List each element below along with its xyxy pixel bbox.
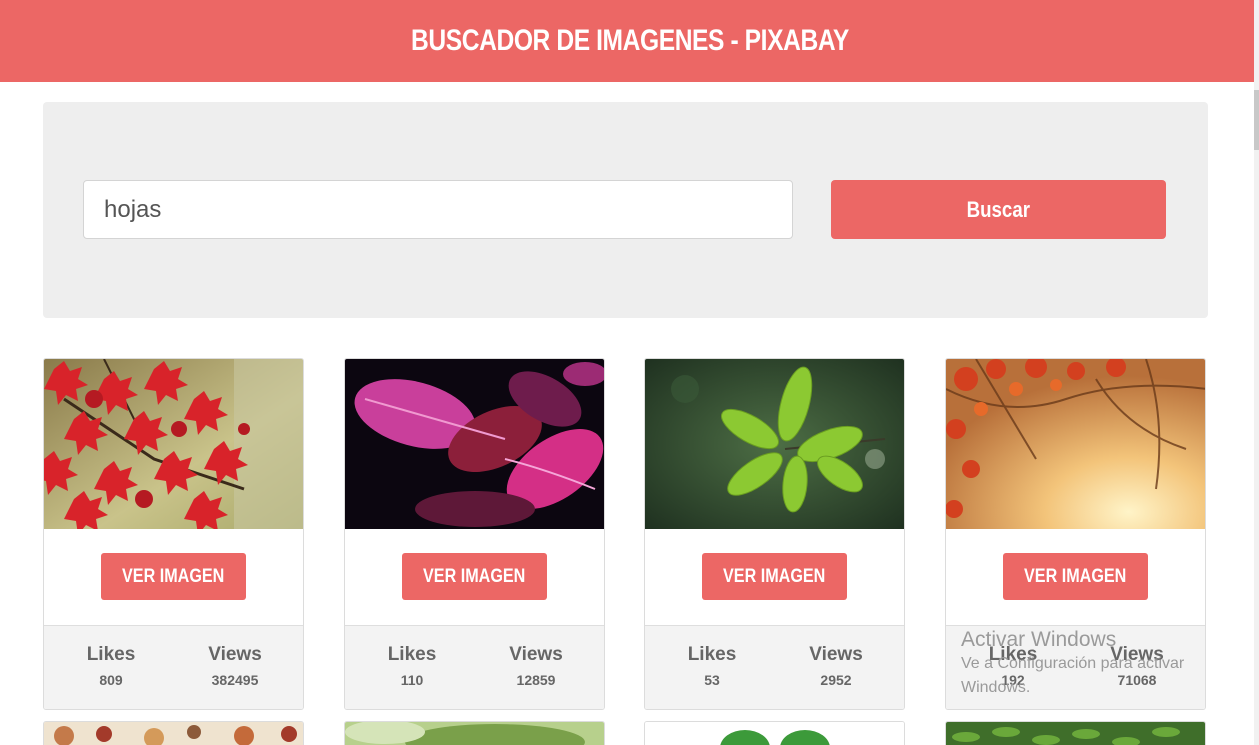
image-thumbnail[interactable] (945, 721, 1206, 745)
app-header: BUSCADOR DE IMAGENES - PIXABAY (0, 0, 1259, 82)
view-image-button[interactable]: VER IMAGEN (402, 553, 547, 600)
search-panel: Buscar (43, 102, 1208, 318)
likes-label: Likes (86, 644, 136, 665)
view-image-button[interactable]: VER IMAGEN (101, 553, 246, 600)
page-title: BUSCADOR DE IMAGENES - PIXABAY (410, 24, 849, 57)
views-label: Views (208, 644, 262, 665)
likes-count: 809 (99, 672, 123, 688)
likes-label: Likes (387, 644, 437, 665)
search-button-label: Buscar (966, 196, 1031, 222)
views-label: Views (809, 644, 863, 665)
views-count: 2952 (820, 672, 852, 688)
image-card: VER IMAGEN Likes 110 Views 12859 (344, 358, 605, 710)
watermark-subtitle: Ve a Configuración para activar Windows. (961, 655, 1185, 696)
image-card: VER IMAGEN Likes 809 Views 382495 (43, 358, 304, 710)
page-scrollbar[interactable] (1254, 0, 1259, 745)
image-thumbnail[interactable] (344, 721, 605, 745)
image-thumbnail[interactable] (44, 359, 303, 529)
likes-count: 53 (704, 672, 720, 688)
likes-stat: Likes 809 (56, 644, 166, 688)
image-thumbnail[interactable] (43, 721, 304, 745)
likes-count: 110 (400, 672, 424, 688)
search-input[interactable] (83, 180, 793, 239)
views-stat: Views 382495 (180, 644, 290, 688)
card-stats: Likes 110 Views 12859 (345, 625, 604, 709)
image-thumbnail[interactable] (345, 359, 604, 529)
image-card: VER IMAGEN Likes 53 Views 2952 (644, 358, 905, 710)
views-stat: Views 2952 (781, 644, 891, 688)
windows-activation-watermark: Activar Windows Ve a Configuración para … (961, 628, 1231, 700)
view-image-label: VER IMAGEN (1024, 565, 1127, 587)
views-count: 12859 (516, 672, 556, 688)
view-image-button[interactable]: VER IMAGEN (702, 553, 847, 600)
likes-label: Likes (687, 644, 737, 665)
view-image-label: VER IMAGEN (423, 565, 526, 587)
view-image-label: VER IMAGEN (723, 565, 826, 587)
views-count: 382495 (211, 672, 259, 688)
likes-stat: Likes 110 (357, 644, 467, 688)
card-stats: Likes 53 Views 2952 (645, 625, 904, 709)
search-button[interactable]: Buscar (831, 180, 1166, 239)
likes-stat: Likes 53 (657, 644, 767, 688)
image-thumbnail[interactable] (644, 721, 905, 745)
views-label: Views (509, 644, 563, 665)
views-stat: Views 12859 (481, 644, 591, 688)
scrollbar-thumb[interactable] (1254, 90, 1259, 150)
watermark-title: Activar Windows (961, 628, 1117, 651)
view-image-label: VER IMAGEN (122, 565, 225, 587)
card-stats: Likes 809 Views 382495 (44, 625, 303, 709)
image-thumbnail[interactable] (946, 359, 1205, 529)
image-thumbnail[interactable] (645, 359, 904, 529)
view-image-button[interactable]: VER IMAGEN (1003, 553, 1148, 600)
